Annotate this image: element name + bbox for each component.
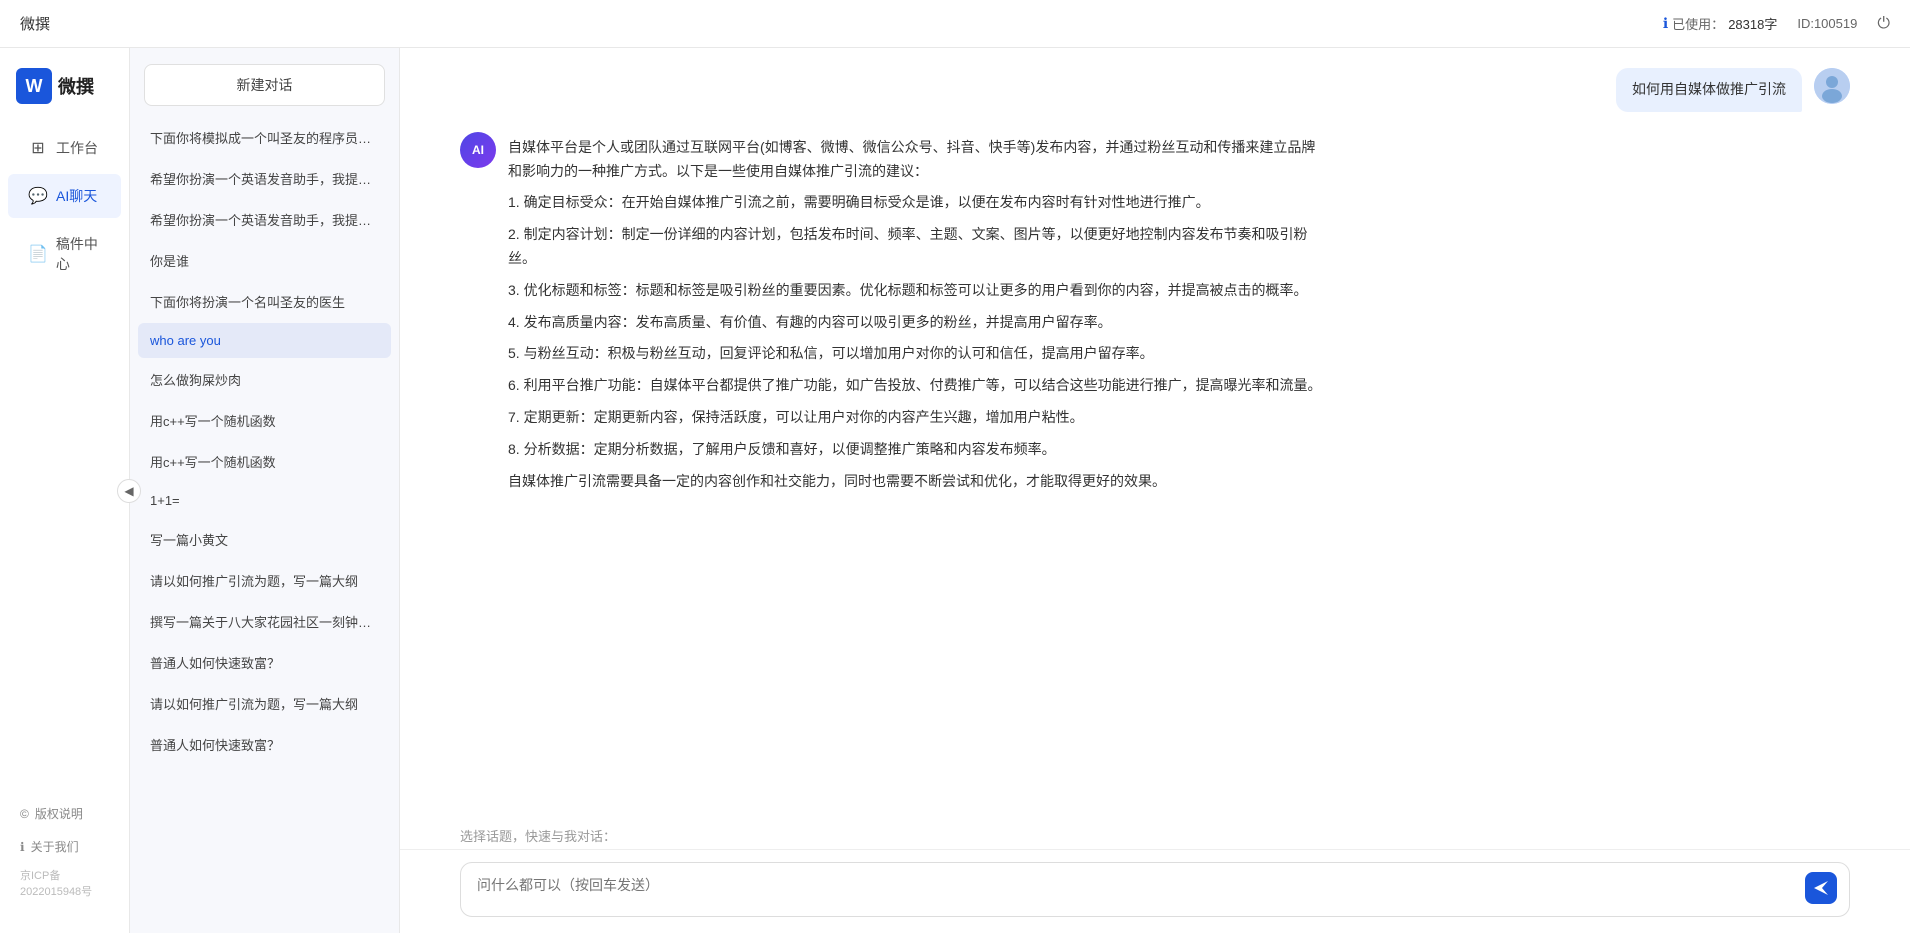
ai-paragraph: 6. 利用平台推广功能：自媒体平台都提供了推广功能，如广告投放、付费推广等，可以…	[508, 374, 1328, 398]
ai-paragraph: 5. 与粉丝互动：积极与粉丝互动，回复评论和私信，可以增加用户对你的认可和信任，…	[508, 342, 1328, 366]
drafts-icon: 📄	[28, 244, 48, 264]
topbar-usage: ℹ 已使用： 28318字	[1663, 14, 1778, 33]
left-nav: W 微撰 ⊞ 工作台 💬 AI聊天 📄 稿件中心 © 版权说明 ℹ 关于我们 京…	[0, 48, 130, 933]
chat-history-item[interactable]: 下面你将模拟成一个叫圣友的程序员，我说...	[138, 118, 391, 157]
chat-history-item[interactable]: 请以如何推广引流为题，写一篇大纲	[138, 561, 391, 600]
chat-list: 下面你将模拟成一个叫圣友的程序员，我说...希望你扮演一个英语发音助手，我提供给…	[130, 114, 399, 933]
ai-paragraph: 1. 确定目标受众：在开始自媒体推广引流之前，需要明确目标受众是谁，以便在发布内…	[508, 191, 1328, 215]
sidebar-item-about[interactable]: ℹ 关于我们	[0, 830, 129, 863]
chat-sidebar: 新建对话 下面你将模拟成一个叫圣友的程序员，我说...希望你扮演一个英语发音助手…	[130, 48, 400, 933]
chat-history-item[interactable]: 1+1=	[138, 483, 391, 518]
workbench-icon: ⊞	[28, 138, 48, 158]
copyright-icon: ©	[20, 807, 29, 821]
collapse-sidebar-button[interactable]: ◀	[117, 479, 141, 503]
chat-history-item[interactable]: 写一篇小黄文	[138, 520, 391, 559]
brand: W 微撰	[0, 68, 129, 124]
chat-history-item[interactable]: 下面你将扮演一个名叫圣友的医生	[138, 282, 391, 321]
chat-messages: 如何用自媒体做推广引流 AI 自媒体平台是个人或团队通过互联网平台(如博客、微博…	[400, 48, 1910, 818]
chat-input[interactable]	[477, 875, 1799, 899]
topbar-right: ℹ 已使用： 28318字 ID:100519 ⏻	[1663, 14, 1890, 33]
ai-paragraph: 2. 制定内容计划：制定一份详细的内容计划，包括发布时间、频率、主题、文案、图片…	[508, 223, 1328, 271]
chat-history-item[interactable]: 用c++写一个随机函数	[138, 401, 391, 440]
logout-icon[interactable]: ⏻	[1877, 15, 1890, 33]
chat-history-item[interactable]: 撰写一篇关于八大家花园社区一刻钟便民生...	[138, 602, 391, 641]
chat-history-item[interactable]: 用c++写一个随机函数	[138, 442, 391, 481]
sidebar-item-workbench[interactable]: ⊞ 工作台	[8, 126, 121, 170]
main-layout: W 微撰 ⊞ 工作台 💬 AI聊天 📄 稿件中心 © 版权说明 ℹ 关于我们 京…	[0, 48, 1910, 933]
sidebar-item-drafts[interactable]: 📄 稿件中心	[8, 222, 121, 286]
user-message-row: 如何用自媒体做推广引流	[460, 68, 1850, 112]
ai-paragraph: 自媒体平台是个人或团队通过互联网平台(如博客、微博、微信公众号、抖音、快手等)发…	[508, 136, 1328, 184]
chat-history-item[interactable]: 请以如何推广引流为题，写一篇大纲	[138, 684, 391, 723]
chat-history-item[interactable]: 普通人如何快速致富？	[138, 725, 391, 764]
sidebar-item-label: AI聊天	[56, 186, 97, 206]
user-message-bubble: 如何用自媒体做推广引流	[1616, 68, 1802, 112]
ai-paragraph: 7. 定期更新：定期更新内容，保持活跃度，可以让用户对你的内容产生兴趣，增加用户…	[508, 406, 1328, 430]
chat-history-item[interactable]: who are you	[138, 323, 391, 358]
about-label: 关于我们	[31, 838, 79, 855]
input-area	[400, 849, 1910, 933]
ai-message-row: AI 自媒体平台是个人或团队通过互联网平台(如博客、微博、微信公众号、抖音、快手…	[460, 132, 1850, 506]
sidebar-item-label: 稿件中心	[56, 234, 101, 274]
input-wrapper	[460, 862, 1850, 917]
sidebar-item-aichat[interactable]: 💬 AI聊天	[8, 174, 121, 218]
topbar: 微撰 ℹ 已使用： 28318字 ID:100519 ⏻	[0, 0, 1910, 48]
ai-avatar: AI	[460, 132, 496, 168]
chat-history-item[interactable]: 希望你扮演一个英语发音助手，我提供给你...	[138, 200, 391, 239]
chat-history-item[interactable]: 普通人如何快速致富？	[138, 643, 391, 682]
topbar-title: 微撰	[20, 13, 1663, 34]
chat-history-item[interactable]: 你是谁	[138, 241, 391, 280]
brand-logo-text: W	[26, 76, 43, 97]
brand-logo: W	[16, 68, 52, 104]
user-message-text: 如何用自媒体做推广引流	[1632, 81, 1786, 97]
sidebar-item-copyright[interactable]: © 版权说明	[0, 797, 129, 830]
brand-name: 微撰	[58, 73, 94, 99]
usage-label: 已使用：	[1672, 14, 1724, 33]
chat-area: 如何用自媒体做推广引流 AI 自媒体平台是个人或团队通过互联网平台(如博客、微博…	[400, 48, 1910, 933]
chat-history-item[interactable]: 怎么做狗屎炒肉	[138, 360, 391, 399]
ai-paragraph: 4. 发布高质量内容：发布高质量、有价值、有趣的内容可以吸引更多的粉丝，并提高用…	[508, 311, 1328, 335]
icp-text: 京ICP备2022015948号	[0, 863, 129, 903]
topbar-id: ID:100519	[1797, 16, 1857, 31]
send-icon	[1812, 879, 1830, 897]
ai-message-bubble: 自媒体平台是个人或团队通过互联网平台(如博客、微博、微信公众号、抖音、快手等)发…	[508, 132, 1328, 506]
about-icon: ℹ	[20, 840, 25, 854]
info-icon: ℹ	[1663, 15, 1668, 32]
nav-bottom: © 版权说明 ℹ 关于我们 京ICP备2022015948号	[0, 797, 129, 913]
sidebar-item-label: 工作台	[56, 138, 98, 158]
new-chat-button[interactable]: 新建对话	[144, 64, 385, 106]
chat-history-item[interactable]: 希望你扮演一个英语发音助手，我提供给你...	[138, 159, 391, 198]
ai-paragraph: 自媒体推广引流需要具备一定的内容创作和社交能力，同时也需要不断尝试和优化，才能取…	[508, 470, 1328, 494]
ai-paragraph: 8. 分析数据：定期分析数据，了解用户反馈和喜好，以便调整推广策略和内容发布频率…	[508, 438, 1328, 462]
user-avatar	[1814, 68, 1850, 104]
suggestions-label: 选择话题，快速与我对话：	[400, 818, 1910, 849]
chat-icon: 💬	[28, 186, 48, 206]
usage-value: 28318字	[1728, 14, 1777, 33]
send-button[interactable]	[1805, 872, 1837, 904]
ai-paragraph: 3. 优化标题和标签：标题和标签是吸引粉丝的重要因素。优化标题和标签可以让更多的…	[508, 279, 1328, 303]
copyright-label: 版权说明	[35, 805, 83, 822]
